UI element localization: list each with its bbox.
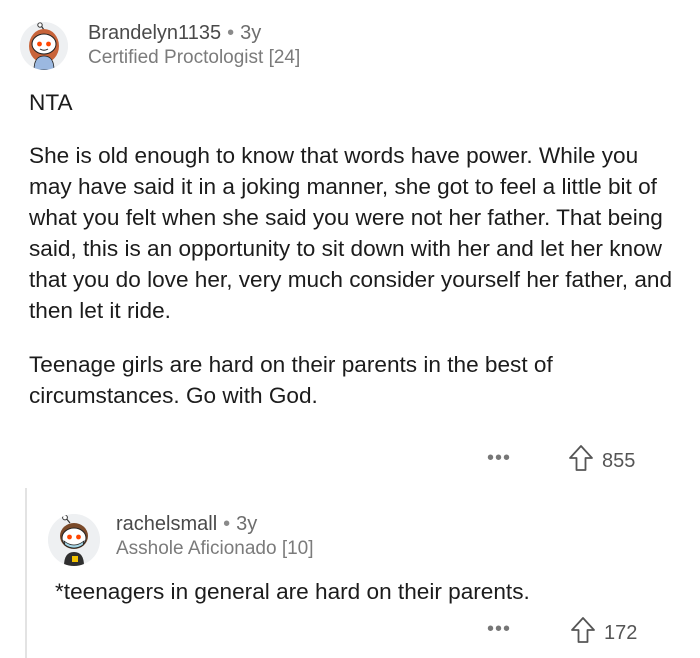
separator-dot: • <box>227 22 235 44</box>
user-flair: Certified Proctologist [24] <box>88 47 301 68</box>
snoo-avatar-icon <box>48 514 100 566</box>
separator-dot: • <box>223 513 231 535</box>
thread-line[interactable] <box>25 488 27 658</box>
upvote-arrow-icon[interactable] <box>568 444 594 478</box>
comment-paragraph: Teenage girls are hard on their parents … <box>29 352 553 408</box>
avatar[interactable] <box>48 514 100 566</box>
vote-score: 172 <box>604 621 638 644</box>
user-flair: Asshole Aficionado [10] <box>116 538 314 559</box>
username[interactable]: Brandelyn1135 <box>88 22 221 44</box>
upvote-control[interactable]: 172 <box>570 616 637 650</box>
comment-header: rachelsmall • 3y <box>116 513 257 536</box>
comment-paragraph: She is old enough to know that words hav… <box>29 143 673 323</box>
timestamp: 3y <box>236 513 258 535</box>
timestamp: 3y <box>240 22 262 44</box>
upvote-arrow-icon[interactable] <box>570 616 596 650</box>
comment-paragraph: NTA <box>29 90 73 115</box>
vote-score: 855 <box>602 449 636 472</box>
comment-body: *teenagers in general are hard on their … <box>55 576 675 607</box>
avatar[interactable] <box>20 22 68 70</box>
snoo-avatar-icon <box>20 22 68 70</box>
comment-header: Brandelyn1135 • 3y <box>88 22 261 45</box>
comment-body: NTA She is old enough to know that words… <box>29 87 679 411</box>
username[interactable]: rachelsmall <box>116 513 217 535</box>
more-options-button[interactable]: ••• <box>487 447 511 470</box>
more-options-button[interactable]: ••• <box>487 618 511 641</box>
comment-paragraph: *teenagers in general are hard on their … <box>55 579 530 604</box>
upvote-control[interactable]: 855 <box>568 444 635 478</box>
